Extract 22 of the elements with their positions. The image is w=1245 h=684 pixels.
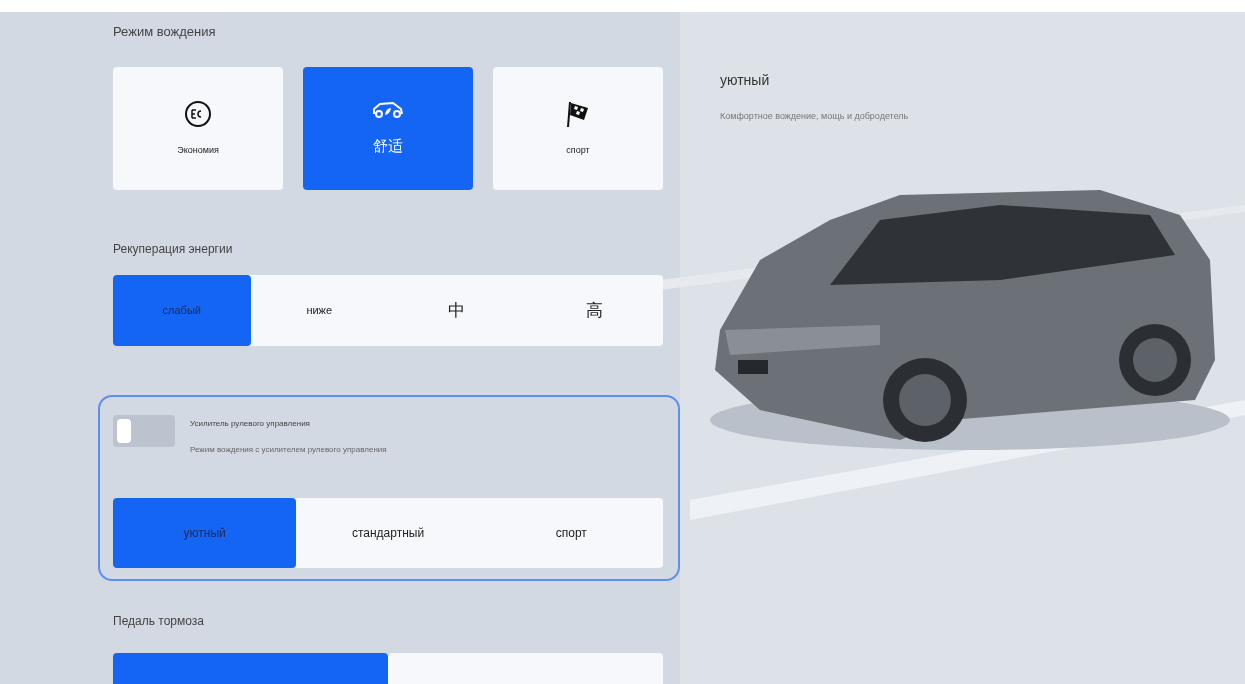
- section-title: Режим вождения: [113, 23, 216, 41]
- section-title: Педаль тормоза: [113, 613, 204, 630]
- toggle-knob: [117, 419, 131, 443]
- section-title: Рекуперация энергии: [113, 241, 233, 258]
- toggle-switch[interactable]: [113, 415, 175, 447]
- eco-icon: [184, 99, 212, 128]
- mode-card[interactable]: Экономия: [113, 67, 283, 190]
- mode-description: Комфортное вождение, мощь и добродетель: [720, 110, 909, 123]
- checkered-flag-icon: [566, 99, 590, 128]
- segment-option[interactable]: [388, 653, 663, 684]
- mode-title: уютный: [720, 71, 770, 90]
- car-icon: [371, 99, 405, 120]
- segment-option[interactable]: 高: [525, 275, 663, 346]
- segment-option[interactable]: спорт: [479, 498, 663, 568]
- segment-option[interactable]: стандартный: [296, 498, 480, 568]
- toggle-description: Режим вождения с усилителем рулевого управления: [190, 444, 387, 456]
- toggle-label: Усилитель рулевого управления: [190, 418, 310, 430]
- segment-option[interactable]: [113, 653, 388, 684]
- mode-card[interactable]: 舒适: [303, 67, 473, 190]
- segment-option[interactable]: 中: [388, 275, 526, 346]
- segment-option[interactable]: ниже: [250, 275, 388, 346]
- mode-card[interactable]: спорт: [493, 67, 663, 190]
